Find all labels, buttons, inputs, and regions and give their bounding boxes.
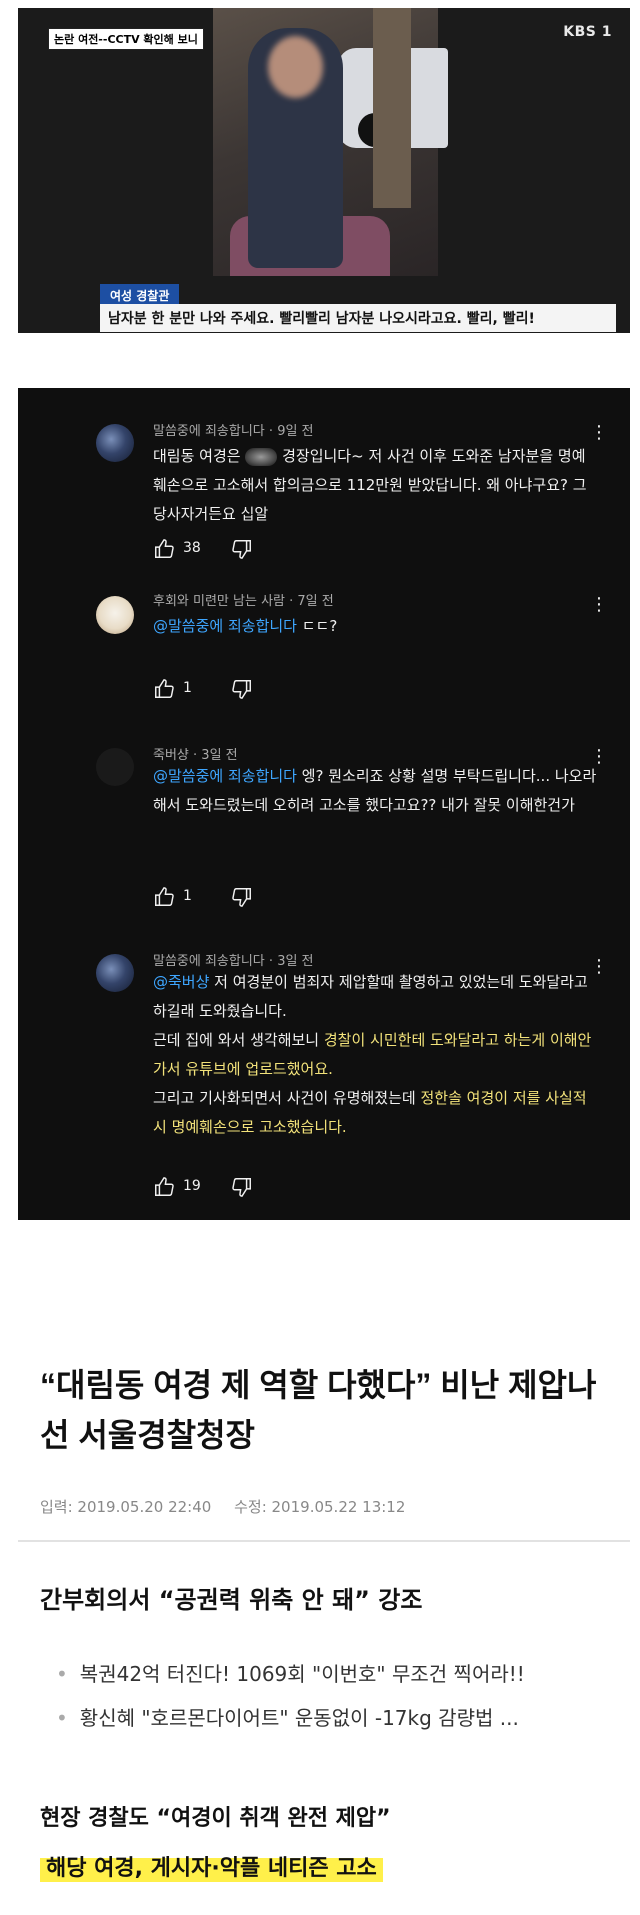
comment-author[interactable]: 후회와 미련만 남는 사람: [153, 594, 285, 609]
ad-link[interactable]: 복권42억 터진다! 1069회 "이번호" 무조건 찍어라!!: [56, 1652, 616, 1696]
comment-author[interactable]: 죽버샹: [153, 748, 189, 763]
avatar[interactable]: [96, 596, 134, 634]
like-count: 1: [183, 680, 192, 696]
more-options-icon[interactable]: ⋮: [590, 424, 608, 442]
ad-links: 복권42억 터진다! 1069회 "이번호" 무조건 찍어라!! 황신혜 "호르…: [56, 1652, 616, 1740]
comment-meta: 말씀중에 죄송합니다 · 9일 전: [153, 424, 314, 439]
thumbs-down-icon[interactable]: [231, 886, 253, 908]
article-heading-highlighted: 해당 여경, 게시자·악플 네티즌 고소: [40, 1850, 383, 1882]
comments-panel: 말씀중에 죄송합니다 · 9일 전 ⋮ 대림동 여경은 경장입니다~ 저 사건 …: [18, 388, 630, 1220]
like-count: 19: [183, 1178, 201, 1194]
tree-trunk: [373, 8, 411, 208]
thumbs-down-icon[interactable]: [231, 1176, 253, 1198]
caption-text: 남자분 한 분만 나와 주세요. 빨리빨리 남자분 나오시라고요. 빨리, 빨리…: [100, 304, 616, 332]
blurred-face: [268, 36, 323, 98]
date-published: 입력: 2019.05.20 22:40: [40, 1498, 212, 1516]
news-video-frame: 논란 여전--CCTV 확인해 보니 KBS 1 여성 경찰관 남자분 한 분만…: [18, 8, 630, 333]
comment-time: 3일 전: [277, 954, 314, 969]
article-title: “대림동 여경 제 역할 다했다” 비난 제압나선 서울경찰청장: [40, 1367, 597, 1453]
news-topic-tag: 논란 여전--CCTV 확인해 보니: [48, 28, 204, 50]
mention-link[interactable]: @말씀중에 죄송합니다: [153, 767, 297, 785]
thumbs-up-icon[interactable]: [153, 886, 175, 908]
mention-link[interactable]: @죽버샹: [153, 973, 209, 991]
comment-meta: 후회와 미련만 남는 사람 · 7일 전: [153, 594, 334, 609]
date-modified: 수정: 2019.05.22 13:12: [234, 1498, 406, 1516]
avatar[interactable]: [96, 424, 134, 462]
like-count: 1: [183, 888, 192, 904]
thumbs-up-icon[interactable]: [153, 678, 175, 700]
avatar[interactable]: [96, 748, 134, 786]
comment-time: 9일 전: [277, 424, 314, 439]
comment-meta: 죽버샹 · 3일 전: [153, 748, 238, 763]
comment-author[interactable]: 말씀중에 죄송합니다: [153, 424, 265, 439]
comment-time: 3일 전: [201, 748, 238, 763]
article-heading: 현장 경찰도 “여경이 취객 완전 제압”: [40, 1806, 391, 1831]
like-count: 38: [183, 540, 201, 556]
comment-time: 7일 전: [297, 594, 334, 609]
thumbs-down-icon[interactable]: [231, 678, 253, 700]
comment-text: @죽버샹 저 여경분이 범죄자 제압할때 촬영하고 있었는데 도와달라고 하길래…: [153, 973, 592, 1136]
article-subtitle: 간부회의서 “공권력 위축 안 돼” 강조: [40, 1586, 423, 1614]
comment-meta: 말씀중에 죄송합니다 · 3일 전: [153, 954, 314, 969]
thumbs-down-icon[interactable]: [231, 538, 253, 560]
broadcaster-logo: KBS 1: [563, 24, 612, 40]
comment-author[interactable]: 말씀중에 죄송합니다: [153, 954, 265, 969]
thumbs-up-icon[interactable]: [153, 1176, 175, 1198]
censored-name: [245, 447, 278, 466]
mention-link[interactable]: @말씀중에 죄송합니다: [153, 617, 297, 635]
comment-text: @말씀중에 죄송합니다 ㄷㄷ?: [153, 617, 338, 635]
thumbs-up-icon[interactable]: [153, 538, 175, 560]
avatar[interactable]: [96, 954, 134, 992]
comment-text: @말씀중에 죄송합니다 엥? 뭔소리죠 상황 설명 부탁드립니다... 나오라해…: [153, 767, 597, 814]
article-dates: 입력: 2019.05.20 22:40 수정: 2019.05.22 13:1…: [40, 1496, 423, 1517]
comment-text: 대림동 여경은 경장입니다~ 저 사건 이후 도와준 남자분을 명예훼손으로 고…: [153, 447, 587, 523]
divider: [18, 1540, 630, 1542]
ad-link[interactable]: 황신혜 "호르몬다이어트" 운동없이 -17kg 감량법 ...: [56, 1696, 616, 1740]
